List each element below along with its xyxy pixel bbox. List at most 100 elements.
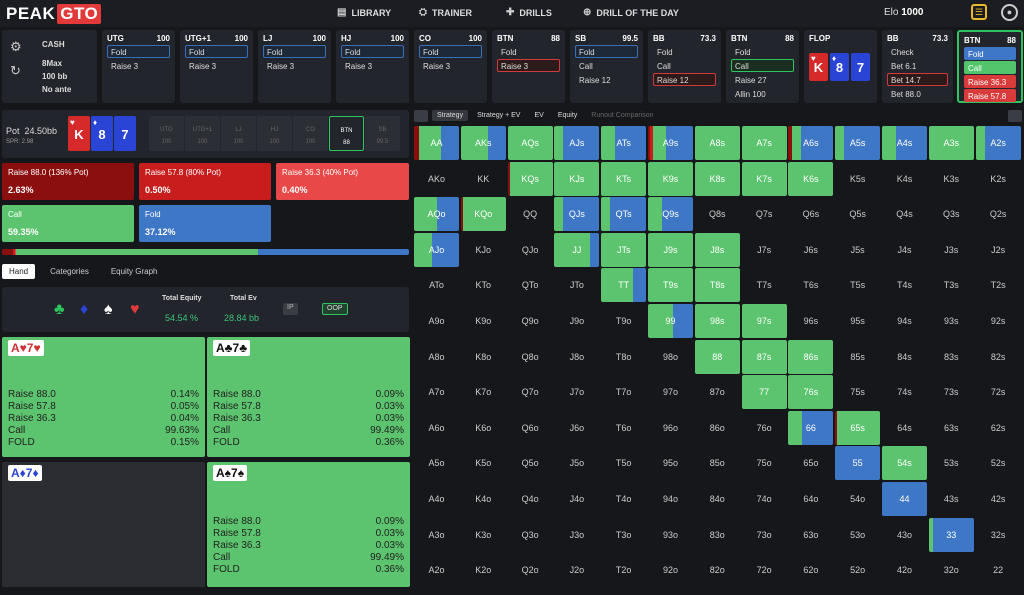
hand-cell-T5s[interactable]: T5s: [835, 268, 880, 302]
hand-cell-Q5s[interactable]: Q5s: [835, 197, 880, 231]
hand-cell-Q3o[interactable]: Q3o: [508, 518, 553, 552]
tab-ev[interactable]: EV: [529, 110, 548, 121]
hand-cell-76s[interactable]: 76s: [788, 375, 834, 410]
hand-cell-72o[interactable]: 72o: [742, 553, 787, 587]
hand-cell-95s[interactable]: 95s: [835, 304, 880, 338]
hand-cell-98o[interactable]: 98o: [648, 340, 693, 374]
seat-action-option[interactable]: Fold: [419, 45, 482, 58]
hand-cell-54o[interactable]: 54o: [835, 482, 880, 516]
seat-action-option[interactable]: Bet 6.1: [887, 59, 948, 72]
hand-cell-63s[interactable]: 63s: [929, 411, 974, 445]
hand-cell-74s[interactable]: 74s: [882, 375, 927, 409]
hand-cell-T2s[interactable]: T2s: [976, 268, 1021, 302]
hand-cell-22[interactable]: 22: [976, 553, 1021, 587]
seat-action-option[interactable]: Fold: [575, 45, 638, 58]
hand-cell-AJs[interactable]: AJs: [554, 126, 600, 160]
hand-cell-96o[interactable]: 96o: [648, 411, 693, 445]
hand-cell-Q9s[interactable]: Q9s: [648, 197, 693, 232]
seat-hj-3[interactable]: HJ 100 Fold Raise 3: [336, 30, 409, 103]
hand-cell-64s[interactable]: 64s: [882, 411, 927, 445]
hand-cell-T2o[interactable]: T2o: [601, 553, 646, 587]
hand-cell-JTs[interactable]: JTs: [601, 232, 647, 267]
seat-action-option[interactable]: Raise 3: [419, 59, 482, 72]
hand-cell-A7o[interactable]: A7o: [414, 375, 459, 409]
hand-cell-J4o[interactable]: J4o: [554, 482, 599, 516]
hand-cell-Q8o[interactable]: Q8o: [508, 340, 553, 374]
seat-utg-plus-1-1[interactable]: UTG+1 100 Fold Raise 3: [180, 30, 253, 103]
hand-cell-88[interactable]: 88: [694, 339, 740, 374]
hand-cell-J7o[interactable]: J7o: [554, 375, 599, 409]
hand-cell-J9s[interactable]: J9s: [648, 232, 693, 267]
hand-cell-75s[interactable]: 75s: [835, 375, 880, 409]
seat-action-option[interactable]: Raise 12: [575, 73, 638, 86]
hand-cell-97o[interactable]: 97o: [648, 375, 693, 409]
hand-cell-J6s[interactable]: J6s: [788, 233, 833, 267]
action-raise-57[interactable]: Raise 57.8 (80% Pot) 0.50%: [139, 163, 271, 200]
hand-cell-K4o[interactable]: K4o: [461, 482, 506, 516]
seat-btn-8[interactable]: BTN 88 Fold Call Raise 27 Allin 100: [726, 30, 799, 103]
seat-action-option[interactable]: Raise 3: [107, 59, 170, 72]
seat-co-4[interactable]: CO 100 Fold Raise 3: [414, 30, 487, 103]
hand-cell-64o[interactable]: 64o: [788, 482, 833, 516]
position-lj[interactable]: LJ 100: [221, 116, 256, 151]
hand-cell-92s[interactable]: 92s: [976, 304, 1021, 338]
hand-cell-74o[interactable]: 74o: [742, 482, 787, 516]
tab-runout-comparison[interactable]: Runout Comparison: [586, 110, 658, 121]
hand-cell-T3s[interactable]: T3s: [929, 268, 974, 302]
hand-cell-86s[interactable]: 86s: [788, 339, 834, 374]
seat-action-option[interactable]: Raise 3: [497, 59, 560, 72]
tab-equity[interactable]: Equity: [553, 110, 582, 121]
hand-cell-T9o[interactable]: T9o: [601, 304, 646, 338]
hand-cell-72s[interactable]: 72s: [976, 375, 1021, 409]
hand-cell-KJo[interactable]: KJo: [461, 233, 506, 267]
hand-cell-AQs[interactable]: AQs: [507, 126, 553, 160]
hand-cell-K4s[interactable]: K4s: [882, 162, 927, 196]
hand-cell-JTo[interactable]: JTo: [554, 268, 599, 302]
hand-cell-85o[interactable]: 85o: [695, 446, 740, 480]
hand-cell-43o[interactable]: 43o: [882, 518, 927, 552]
seat-action-option[interactable]: Call: [653, 59, 716, 72]
hand-cell-J5o[interactable]: J5o: [554, 446, 599, 480]
club-suit-icon[interactable]: ♣: [54, 301, 65, 319]
hand-cell-77[interactable]: 77: [741, 375, 787, 410]
controller-icon[interactable]: [1008, 109, 1022, 122]
hand-cell-Q8s[interactable]: Q8s: [695, 197, 740, 231]
hand-cell-92o[interactable]: 92o: [648, 553, 693, 587]
hand-cell-J8o[interactable]: J8o: [554, 340, 599, 374]
hand-cell-J5s[interactable]: J5s: [835, 233, 880, 267]
nav-drills[interactable]: ✚ DRILLS: [506, 7, 552, 18]
seat-bb-7[interactable]: BB 73.3 Fold Call Raise 12: [648, 30, 721, 103]
hand-cell-52o[interactable]: 52o: [835, 553, 880, 587]
hand-cell-32o[interactable]: 32o: [929, 553, 974, 587]
hand-cell-Q2o[interactable]: Q2o: [508, 553, 553, 587]
hand-cell-A5o[interactable]: A5o: [414, 446, 459, 480]
seat-lj-2[interactable]: LJ 100 Fold Raise 3: [258, 30, 331, 103]
hand-cell-73o[interactable]: 73o: [742, 518, 787, 552]
seat-action-option[interactable]: Fold: [964, 47, 1016, 60]
position-btn[interactable]: BTN 88: [329, 116, 364, 151]
hand-cell-K7s[interactable]: K7s: [741, 161, 787, 196]
hand-cell-A6o[interactable]: A6o: [414, 411, 459, 445]
seat-action-option[interactable]: Raise 3: [185, 59, 248, 72]
hand-cell-75o[interactable]: 75o: [742, 446, 787, 480]
hand-cell-T8o[interactable]: T8o: [601, 340, 646, 374]
hand-cell-43s[interactable]: 43s: [929, 482, 974, 516]
hand-cell-ATs[interactable]: ATs: [601, 126, 647, 160]
hand-cell-KTs[interactable]: KTs: [601, 161, 647, 196]
hand-cell-K8o[interactable]: K8o: [461, 340, 506, 374]
hand-cell-Q5o[interactable]: Q5o: [508, 446, 553, 480]
hand-cell-65o[interactable]: 65o: [788, 446, 833, 480]
hand-cell-AA[interactable]: AA: [414, 126, 459, 160]
seat-action-option[interactable]: Fold: [653, 45, 716, 58]
hand-cell-T7o[interactable]: T7o: [601, 375, 646, 409]
hand-cell-44[interactable]: 44: [882, 482, 927, 516]
hand-cell-A5s[interactable]: A5s: [835, 126, 881, 160]
hand-cell-32s[interactable]: 32s: [976, 518, 1021, 552]
hand-cell-A2s[interactable]: A2s: [975, 126, 1021, 160]
hand-cell-65s[interactable]: 65s: [835, 410, 881, 445]
nav-trainer[interactable]: ⛭ TRAINER: [419, 7, 472, 18]
seat-bb-10[interactable]: BB 73.3 Check Bet 6.1 Bet 14.7 Bet 88.0: [882, 30, 953, 103]
hand-cell-J6o[interactable]: J6o: [554, 411, 599, 445]
hand-cell-K8s[interactable]: K8s: [694, 161, 740, 196]
tab-strategy[interactable]: Strategy: [432, 110, 469, 121]
